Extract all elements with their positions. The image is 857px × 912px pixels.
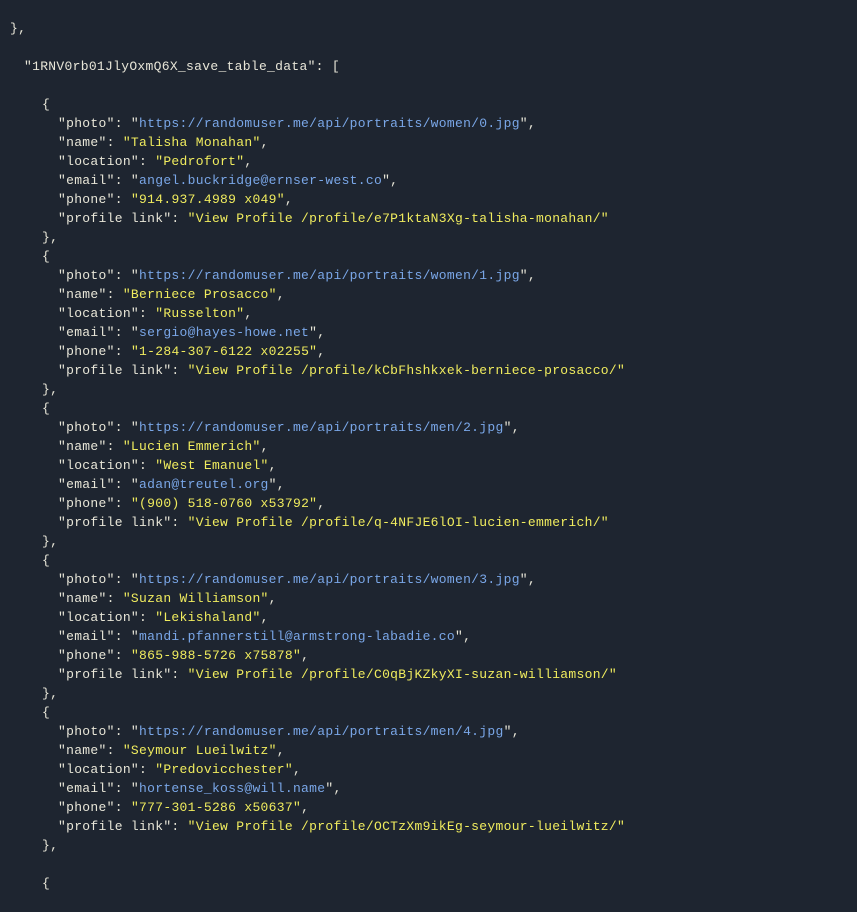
json-code-view: }, "1RNV0rb01JlyOxmQ6X_save_table_data":… [0, 0, 857, 912]
name-line: "name": "Berniece Prosacco", [0, 285, 857, 304]
photo-line: "photo": "https://randomuser.me/api/port… [0, 266, 857, 285]
phone-line: "phone": "777-301-5286 x50637", [0, 798, 857, 817]
email-link[interactable]: mandi.pfannerstill@armstrong-labadie.co [139, 629, 455, 644]
record-close-brace: }, [0, 532, 857, 551]
name-line: "name": "Suzan Williamson", [0, 589, 857, 608]
record-open-brace: { [0, 551, 857, 570]
json-record: {"photo": "https://randomuser.me/api/por… [0, 399, 857, 551]
profile-link-line: "profile link": "View Profile /profile/k… [0, 361, 857, 380]
json-record: {"photo": "https://randomuser.me/api/por… [0, 247, 857, 399]
close-brace-line: }, [0, 19, 857, 38]
json-record: {"photo": "https://randomuser.me/api/por… [0, 551, 857, 703]
email-link[interactable]: angel.buckridge@ernser-west.co [139, 173, 382, 188]
email-line: "email": "angel.buckridge@ernser-west.co… [0, 171, 857, 190]
record-close-brace: }, [0, 684, 857, 703]
profile-link-line: "profile link": "View Profile /profile/C… [0, 665, 857, 684]
location-line: "location": "Lekishaland", [0, 608, 857, 627]
email-link[interactable]: adan@treutel.org [139, 477, 269, 492]
profile-link-line: "profile link": "View Profile /profile/q… [0, 513, 857, 532]
top-key: 1RNV0rb01JlyOxmQ6X_save_table_data [32, 59, 307, 74]
location-line: "location": "Pedrofort", [0, 152, 857, 171]
photo-url[interactable]: https://randomuser.me/api/portraits/men/… [139, 724, 504, 739]
record-close-brace: }, [0, 228, 857, 247]
photo-url[interactable]: https://randomuser.me/api/portraits/wome… [139, 116, 520, 131]
open-brace-bottom: { [0, 874, 857, 893]
record-open-brace: { [0, 703, 857, 722]
photo-line: "photo": "https://randomuser.me/api/port… [0, 114, 857, 133]
records-container: {"photo": "https://randomuser.me/api/por… [0, 95, 857, 855]
name-line: "name": "Lucien Emmerich", [0, 437, 857, 456]
phone-line: "phone": "1-284-307-6122 x02255", [0, 342, 857, 361]
profile-link-line: "profile link": "View Profile /profile/e… [0, 209, 857, 228]
record-open-brace: { [0, 399, 857, 418]
json-record: {"photo": "https://randomuser.me/api/por… [0, 703, 857, 855]
phone-line: "phone": "914.937.4989 x049", [0, 190, 857, 209]
array-open: : [ [316, 59, 340, 74]
email-link[interactable]: hortense_koss@will.name [139, 781, 325, 796]
record-close-brace: }, [0, 380, 857, 399]
name-line: "name": "Seymour Lueilwitz", [0, 741, 857, 760]
photo-line: "photo": "https://randomuser.me/api/port… [0, 722, 857, 741]
location-line: "location": "Russelton", [0, 304, 857, 323]
photo-line: "photo": "https://randomuser.me/api/port… [0, 418, 857, 437]
email-link[interactable]: sergio@hayes-howe.net [139, 325, 309, 340]
email-line: "email": "mandi.pfannerstill@armstrong-l… [0, 627, 857, 646]
record-open-brace: { [0, 247, 857, 266]
phone-line: "phone": "(900) 518-0760 x53792", [0, 494, 857, 513]
photo-url[interactable]: https://randomuser.me/api/portraits/wome… [139, 268, 520, 283]
phone-line: "phone": "865-988-5726 x75878", [0, 646, 857, 665]
json-record: {"photo": "https://randomuser.me/api/por… [0, 95, 857, 247]
name-line: "name": "Talisha Monahan", [0, 133, 857, 152]
photo-url[interactable]: https://randomuser.me/api/portraits/men/… [139, 420, 504, 435]
email-line: "email": "hortense_koss@will.name", [0, 779, 857, 798]
photo-line: "photo": "https://randomuser.me/api/port… [0, 570, 857, 589]
email-line: "email": "sergio@hayes-howe.net", [0, 323, 857, 342]
top-key-line: "1RNV0rb01JlyOxmQ6X_save_table_data": [ [0, 57, 857, 76]
record-open-brace: { [0, 95, 857, 114]
location-line: "location": "Predovicchester", [0, 760, 857, 779]
record-close-brace: }, [0, 836, 857, 855]
email-line: "email": "adan@treutel.org", [0, 475, 857, 494]
location-line: "location": "West Emanuel", [0, 456, 857, 475]
photo-url[interactable]: https://randomuser.me/api/portraits/wome… [139, 572, 520, 587]
